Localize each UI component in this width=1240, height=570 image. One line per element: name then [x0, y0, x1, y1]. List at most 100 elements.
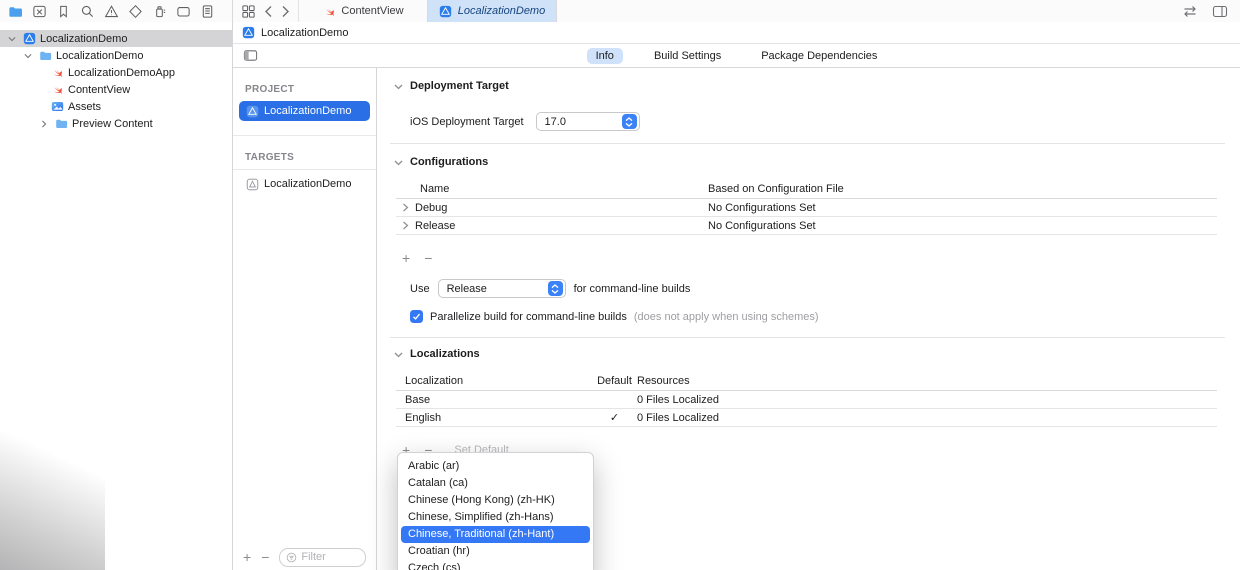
deployment-target-row: iOS Deployment Target 17.0: [410, 112, 1240, 131]
search-icon[interactable]: [80, 4, 95, 19]
project-editor-tabs: Info Build Settings Package Dependencies: [233, 47, 1240, 64]
remove-target-button[interactable]: −: [261, 550, 269, 564]
parallelize-label: Parallelize build for command-line build…: [430, 310, 627, 323]
table-row[interactable]: Release No Configurations Set: [396, 217, 1217, 235]
remove-configuration-button[interactable]: −: [424, 251, 432, 265]
localization-resources: 0 Files Localized: [637, 393, 719, 406]
xcode-project-icon: [245, 104, 259, 118]
tab-contentview[interactable]: ContentView: [299, 0, 428, 22]
debug-navigator-icon[interactable]: [152, 4, 167, 19]
table-row[interactable]: English ✓ 0 Files Localized: [396, 409, 1217, 427]
column-localization: Localization: [405, 375, 464, 387]
targets-header: TARGETS: [245, 152, 295, 163]
back-icon[interactable]: [264, 5, 273, 18]
tree-item-label: LocalizationDemoApp: [68, 66, 176, 79]
project-header: PROJECT: [245, 84, 295, 95]
test-navigator-icon[interactable]: [128, 4, 143, 19]
xcode-project-icon: [439, 4, 453, 18]
deployment-target-combo[interactable]: 17.0: [535, 112, 640, 131]
table-row[interactable]: Base 0 Files Localized: [396, 391, 1217, 409]
project-item[interactable]: LocalizationDemo: [239, 101, 370, 121]
chevron-right-icon[interactable]: [38, 119, 50, 128]
panel-separator: [233, 169, 376, 170]
section-title: Configurations: [410, 156, 489, 168]
tree-item-assets[interactable]: Assets: [0, 98, 232, 115]
tab-build-settings[interactable]: Build Settings: [645, 48, 730, 64]
tree-item-file[interactable]: LocalizationDemoApp: [0, 64, 232, 81]
filter-icon: [286, 552, 297, 563]
configuration-based-on: No Configurations Set: [708, 219, 816, 232]
add-configuration-button[interactable]: +: [402, 251, 410, 265]
localizations-table: Localization Default Resources Base 0 Fi…: [396, 372, 1217, 427]
section-divider: [390, 337, 1225, 338]
tab-localizationdemo[interactable]: LocalizationDemo: [428, 0, 557, 22]
report-navigator-icon[interactable]: [200, 4, 215, 19]
column-name: Name: [420, 183, 450, 195]
target-item[interactable]: LocalizationDemo: [233, 174, 376, 194]
chevron-down-icon[interactable]: [22, 52, 34, 60]
menu-item-language[interactable]: Chinese, Simplified (zh-Hans): [401, 509, 590, 526]
chevron-down-icon[interactable]: [394, 350, 403, 359]
column-resources: Resources: [637, 375, 690, 387]
parallelize-note: (does not apply when using schemes): [633, 310, 819, 323]
project-navigator-icon[interactable]: [8, 4, 23, 19]
menu-item-language[interactable]: Arabic (ar): [401, 458, 590, 475]
tab-label: ContentView: [341, 5, 404, 17]
chevron-down-icon[interactable]: [394, 158, 403, 167]
xcode-project-icon: [22, 32, 36, 46]
tab-overview-icon[interactable]: [241, 4, 256, 19]
filter-input[interactable]: Filter: [279, 547, 366, 567]
localization-name: Base: [405, 393, 431, 406]
tree-item-group[interactable]: LocalizationDemo: [0, 47, 232, 64]
window-toolbar: ContentView LocalizationDemo: [0, 0, 1240, 23]
configuration-name: Release: [415, 219, 456, 232]
forward-icon[interactable]: [281, 5, 290, 18]
deployment-target-label: iOS Deployment Target: [410, 115, 524, 128]
project-navigator: LocalizationDemo LocalizationDemo Locali…: [0, 22, 233, 570]
localization-default-check: ✓: [609, 412, 620, 424]
tree-item-label: ContentView: [68, 83, 131, 96]
parallelize-row: Parallelize build for command-line build…: [410, 310, 1240, 323]
swift-file-icon: [50, 66, 64, 80]
menu-item-language[interactable]: Croatian (hr): [401, 543, 590, 560]
filter-placeholder: Filter: [301, 551, 326, 563]
section-divider: [390, 143, 1225, 144]
section-deployment-target: Deployment Target: [394, 80, 1240, 92]
editor-tab-strip: ContentView LocalizationDemo: [233, 0, 1240, 22]
breadcrumb[interactable]: LocalizationDemo: [233, 22, 1240, 44]
tab-package-dependencies[interactable]: Package Dependencies: [752, 48, 886, 64]
localization-name: English: [405, 411, 442, 424]
xcode-project-icon: [241, 26, 255, 40]
menu-item-language-highlighted[interactable]: Chinese, Traditional (zh-Hant): [401, 526, 590, 543]
chevron-down-icon[interactable]: [6, 35, 18, 43]
disclosure-chevron-icon[interactable]: [402, 203, 409, 212]
table-row[interactable]: Debug No Configurations Set: [396, 199, 1217, 217]
menu-item-language[interactable]: Catalan (ca): [401, 475, 590, 492]
section-localizations: Localizations: [394, 348, 1240, 360]
add-editor-icon[interactable]: [1212, 5, 1228, 18]
tree-item-project-root[interactable]: LocalizationDemo: [0, 30, 232, 47]
tree-item-folder[interactable]: Preview Content: [0, 115, 232, 132]
menu-item-language[interactable]: Czech (cs): [401, 560, 590, 570]
menu-item-language[interactable]: Chinese (Hong Kong) (zh-HK): [401, 492, 590, 509]
disclosure-chevron-icon[interactable]: [402, 221, 409, 230]
chevron-down-icon[interactable]: [394, 82, 403, 91]
tab-label: LocalizationDemo: [457, 5, 546, 17]
tree-item-file[interactable]: ContentView: [0, 81, 232, 98]
swift-file-icon: [50, 83, 64, 97]
command-line-config-combo[interactable]: Release: [437, 279, 566, 298]
section-configurations: Configurations: [394, 156, 1240, 168]
tab-info[interactable]: Info: [586, 47, 623, 64]
parallelize-checkbox[interactable]: [410, 310, 423, 323]
close-box-icon[interactable]: [32, 4, 47, 19]
combo-stepper-icon: [547, 281, 563, 296]
folder-icon: [54, 117, 68, 131]
bookmark-icon[interactable]: [56, 4, 71, 19]
project-item-label: LocalizationDemo: [264, 105, 352, 117]
swap-editors-icon[interactable]: [1182, 5, 1198, 18]
target-item-label: LocalizationDemo: [264, 178, 352, 190]
panel-separator: [233, 135, 376, 136]
add-target-button[interactable]: +: [243, 550, 251, 564]
breakpoint-navigator-icon[interactable]: [176, 4, 191, 19]
issue-navigator-icon[interactable]: [104, 4, 119, 19]
